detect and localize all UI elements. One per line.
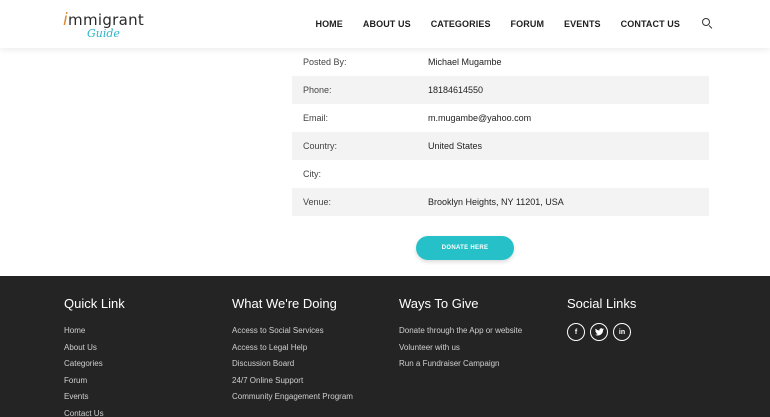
footer-link-events[interactable]: Events xyxy=(64,389,125,406)
detail-row-phone: Phone: 18184614550 xyxy=(292,76,709,104)
nav-events[interactable]: EVENTS xyxy=(564,19,601,29)
detail-label: Venue: xyxy=(303,197,332,207)
footer-heading: What We're Doing xyxy=(232,296,337,311)
detail-value: 18184614550 xyxy=(428,85,484,95)
detail-row-country: Country: United States xyxy=(292,132,709,160)
twitter-bird-icon xyxy=(594,328,604,336)
footer-link-about-us[interactable]: About Us xyxy=(64,340,125,357)
detail-value: United States xyxy=(428,141,483,151)
nav-home[interactable]: HOME xyxy=(315,19,342,29)
footer-what-we-do: What We're Doing Access to Social Servic… xyxy=(232,296,353,406)
linkedin-icon[interactable]: in xyxy=(613,323,631,341)
footer-quick-links: Quick Link Home About Us Categories Foru… xyxy=(64,296,125,417)
footer-link-contact-us[interactable]: Contact Us xyxy=(64,406,125,417)
nav-about-us[interactable]: ABOUT US xyxy=(363,19,411,29)
detail-row-email: Email: m.mugambe@yahoo.com xyxy=(292,104,709,132)
footer-link-legal-help[interactable]: Access to Legal Help xyxy=(232,340,353,357)
nav-categories[interactable]: CATEGORIES xyxy=(431,19,491,29)
footer-heading: Social Links xyxy=(567,296,637,311)
search-icon[interactable] xyxy=(702,18,712,28)
detail-value: Brooklyn Heights, NY 11201, USA xyxy=(428,197,564,207)
logo-subtitle: Guide xyxy=(87,27,120,40)
footer-link-categories[interactable]: Categories xyxy=(64,356,125,373)
site-logo[interactable]: immigrant Guide xyxy=(63,10,153,44)
detail-label: Phone: xyxy=(303,85,332,95)
event-details: Posted By: Michael Mugambe Phone: 181846… xyxy=(292,48,709,216)
footer-link-discussion-board[interactable]: Discussion Board xyxy=(232,356,353,373)
footer-link-volunteer[interactable]: Volunteer with us xyxy=(399,340,522,357)
detail-row-venue: Venue: Brooklyn Heights, NY 11201, USA xyxy=(292,188,709,216)
nav-contact-us[interactable]: CONTACT US xyxy=(621,19,680,29)
footer-link-donate-app[interactable]: Donate through the App or website xyxy=(399,323,522,340)
facebook-icon[interactable]: f xyxy=(567,323,585,341)
footer-link-social-services[interactable]: Access to Social Services xyxy=(232,323,353,340)
detail-label: Email: xyxy=(303,113,329,123)
footer-link-community-engagement[interactable]: Community Engagement Program xyxy=(232,389,353,406)
footer-heading: Quick Link xyxy=(64,296,125,311)
footer-link-online-support[interactable]: 24/7 Online Support xyxy=(232,373,353,390)
detail-value: Michael Mugambe xyxy=(428,57,502,67)
detail-label: City: xyxy=(303,169,321,179)
site-header: immigrant Guide HOME ABOUT US CATEGORIES… xyxy=(0,0,770,48)
nav-forum[interactable]: FORUM xyxy=(511,19,545,29)
site-footer: Quick Link Home About Us Categories Foru… xyxy=(0,276,770,417)
twitter-icon[interactable] xyxy=(590,323,608,341)
footer-ways-to-give: Ways To Give Donate through the App or w… xyxy=(399,296,522,373)
social-icons: f in xyxy=(567,323,636,341)
donate-button[interactable]: DONATE HERE xyxy=(416,236,514,260)
detail-row-posted-by: Posted By: Michael Mugambe xyxy=(292,48,709,76)
footer-link-home[interactable]: Home xyxy=(64,323,125,340)
detail-row-city: City: xyxy=(292,160,709,188)
detail-label: Posted By: xyxy=(303,57,347,67)
footer-link-forum[interactable]: Forum xyxy=(64,373,125,390)
detail-value: m.mugambe@yahoo.com xyxy=(428,113,532,123)
main-nav: HOME ABOUT US CATEGORIES FORUM EVENTS CO… xyxy=(295,18,712,29)
footer-link-fundraiser[interactable]: Run a Fundraiser Campaign xyxy=(399,356,522,373)
detail-label: Country: xyxy=(303,141,338,151)
footer-heading: Ways To Give xyxy=(399,296,479,311)
footer-social-links: Social Links f in xyxy=(567,296,636,341)
